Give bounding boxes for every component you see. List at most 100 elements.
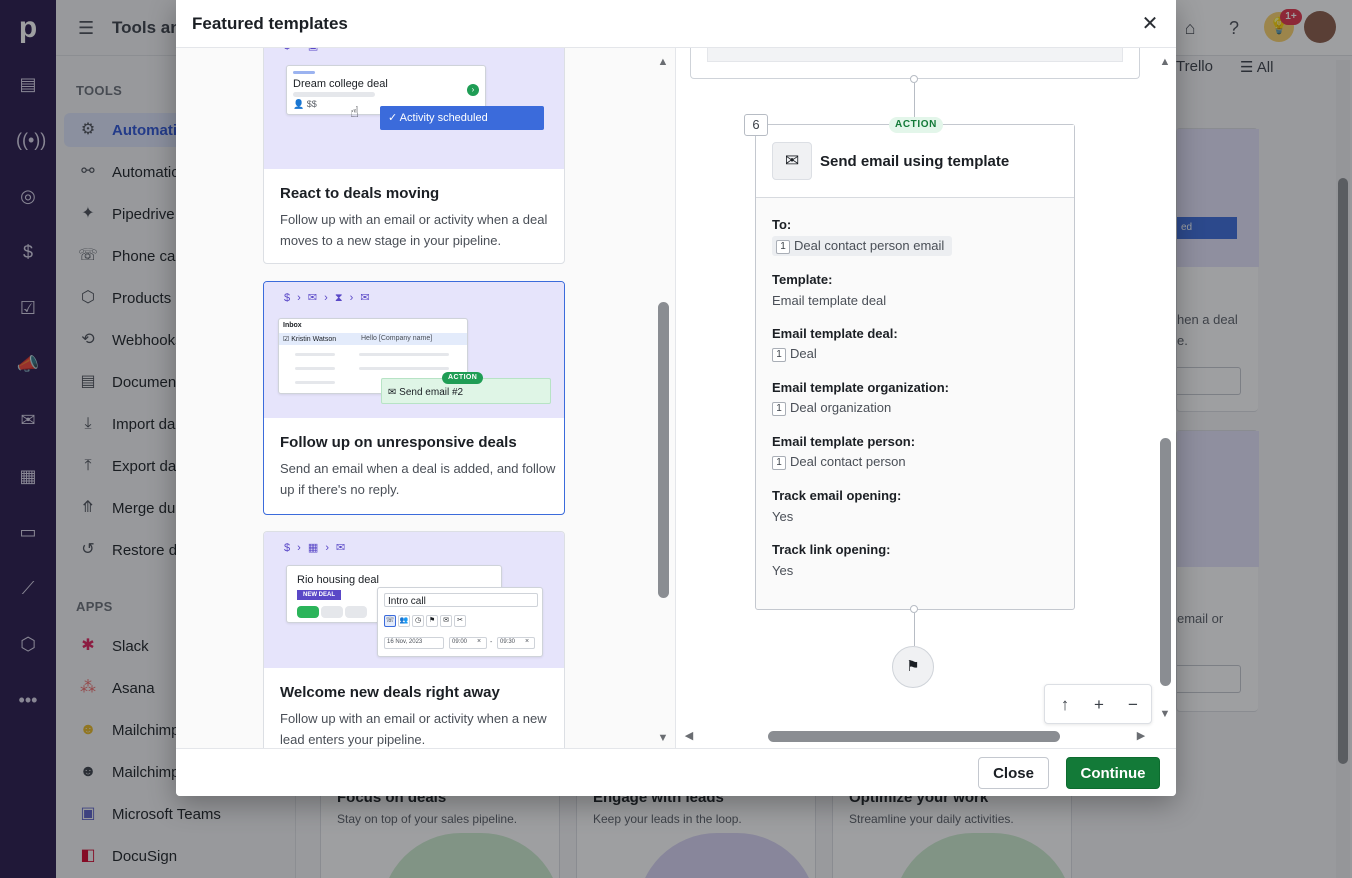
deal-value: 👤 $$ xyxy=(293,99,317,109)
flow-horizontal-scrollbar[interactable]: ◀ ▶ xyxy=(676,728,1146,744)
template-title: Welcome new deals right away xyxy=(280,684,500,701)
field-token-text: Deal organization xyxy=(790,400,892,415)
template-title: React to deals moving xyxy=(280,185,440,202)
template-card-react-to-deals[interactable]: $ › ▣ › ✉ Dream college deal 👤 $$ › ☝ ✓ … xyxy=(263,48,565,264)
arrow-up-icon[interactable]: ↑ xyxy=(1053,693,1077,717)
continue-button[interactable]: Continue xyxy=(1066,757,1160,789)
scroll-thumb[interactable] xyxy=(1160,438,1171,686)
action-title: Send email using template xyxy=(820,153,1010,170)
checkbox-icon: ☑ xyxy=(283,336,292,343)
field-label: To: xyxy=(772,217,792,232)
activity-subject: Intro call xyxy=(388,596,426,607)
action-badge: ACTION xyxy=(889,117,943,133)
flow-vertical-scrollbar[interactable]: ▲ ▼ xyxy=(1158,48,1172,728)
field-label: Track email opening: xyxy=(772,488,902,503)
zoom-in-icon[interactable]: + xyxy=(1087,693,1111,717)
flag-type-icon: ⚑ xyxy=(426,615,438,627)
call-type-icon: ☏ xyxy=(384,615,396,627)
hand-cursor-icon: ☝ xyxy=(350,104,360,121)
action-badge: ACTION xyxy=(442,372,484,384)
zoom-out-icon[interactable]: − xyxy=(1121,693,1145,717)
email-type-icon: ✉ xyxy=(440,615,452,627)
app-root: p ▤ ((•)) ◎ $ ☑ 📣 ✉ ▦ ▭ ⟋ ⬡ ••• ☰ Tools … xyxy=(0,0,1352,878)
field-token-text: Deal contact person email xyxy=(794,238,945,253)
template-illustration: $ › ▣ › ✉ Dream college deal 👤 $$ › ☝ ✓ … xyxy=(264,48,564,169)
action-step-card[interactable]: ✉ Send email using template ACTION To: 1 D… xyxy=(755,117,1075,610)
template-description: Follow up with an email or activity when… xyxy=(280,212,548,248)
template-illustration: $ › ▦ › ✉ Rio housing deal NEW DEAL Intr… xyxy=(264,532,564,668)
template-list: $ › ▣ › ✉ Dream college deal 👤 $$ › ☝ ✓ … xyxy=(176,48,675,748)
flow-steps-icon: $ › ▦ › ✉ xyxy=(284,542,348,554)
finish-flag-icon: ⚑ xyxy=(892,646,934,688)
field-label: Email template organization: xyxy=(772,380,949,395)
inbox-contact: ☑ Kristin Watson xyxy=(283,336,337,343)
scroll-right-arrow-icon[interactable]: ▶ xyxy=(1134,730,1148,742)
activity-mini-form: Intro call ☏ 👥 ◷ ⚑ ✉ ✂ 16 Nov, 2023 09:0… xyxy=(377,587,543,657)
person-icon: 👤 xyxy=(293,99,307,109)
step-ref-number: 1 xyxy=(772,402,786,416)
scroll-left-arrow-icon[interactable]: ◀ xyxy=(682,730,696,742)
close-button[interactable]: Close xyxy=(978,757,1049,789)
field-token: 1 Deal xyxy=(772,346,817,362)
scroll-thumb[interactable] xyxy=(658,302,669,598)
field-token: 1 Deal contact person xyxy=(772,454,906,470)
clear-icon: × xyxy=(477,638,482,645)
field-label: Email template person: xyxy=(772,434,916,449)
automation-flow-preview: ✉ Send email using template ACTION To: 1 D… xyxy=(675,48,1176,748)
template-list-scrollbar[interactable]: ▲ ▼ xyxy=(656,48,670,748)
envelope-icon: ✉ xyxy=(772,142,812,180)
scroll-up-arrow-icon[interactable]: ▲ xyxy=(1158,56,1172,68)
field-token-chip: 1 Deal contact person email xyxy=(772,236,953,256)
action-step-header: ✉ Send email using template xyxy=(756,125,1074,198)
mail-icon: ✉ xyxy=(388,387,400,398)
activity-date: 16 Nov, 2023 xyxy=(387,639,423,645)
clock-type-icon: ◷ xyxy=(412,615,424,627)
template-illustration: $ › ✉ › ⧗ › ✉ Inbox ☑ Kristin Watson Hel… xyxy=(264,282,564,418)
lunch-type-icon: ✂ xyxy=(454,615,466,627)
connector-node xyxy=(910,605,918,613)
activity-scheduled-banner: ✓ Activity scheduled xyxy=(380,106,544,130)
new-deal-badge: NEW DEAL xyxy=(297,590,341,600)
activity-time-from: 09:00 xyxy=(452,639,468,645)
field-label: Track link opening: xyxy=(772,542,891,557)
flow-steps-icon: $ › ▣ › ✉ xyxy=(284,48,347,55)
modal-title: Featured templates xyxy=(192,14,348,33)
step-ref-number: 1 xyxy=(772,348,786,362)
scroll-down-arrow-icon[interactable]: ▼ xyxy=(1158,708,1172,720)
deal-name: Dream college deal xyxy=(293,78,388,90)
time-separator: - xyxy=(490,639,493,646)
scroll-thumb[interactable] xyxy=(768,731,1060,742)
field-label: Template: xyxy=(772,272,833,287)
template-card-follow-up-unresponsive[interactable]: $ › ✉ › ⧗ › ✉ Inbox ☑ Kristin Watson Hel… xyxy=(263,281,565,515)
field-token-text: Deal contact person xyxy=(790,454,906,469)
step-ref-number: 1 xyxy=(772,456,786,470)
field-value: Yes xyxy=(772,563,794,578)
clear-icon: × xyxy=(525,638,530,645)
scroll-down-arrow-icon[interactable]: ▼ xyxy=(656,732,670,744)
step-ref-number: 1 xyxy=(776,240,790,254)
step-number: 6 xyxy=(744,114,768,136)
template-title: Follow up on unresponsive deals xyxy=(280,434,517,451)
field-token: 1 Deal organization xyxy=(772,400,891,416)
template-description: Send an email when a deal is added, and … xyxy=(280,461,556,497)
close-icon[interactable]: ✕ xyxy=(1138,12,1162,36)
modal-footer: Close Continue xyxy=(176,748,1176,796)
field-value: Email template deal xyxy=(772,293,887,308)
field-token-text: Deal xyxy=(790,346,817,361)
modal-header: Featured templates ✕ xyxy=(176,0,1176,48)
scroll-up-arrow-icon[interactable]: ▲ xyxy=(656,56,670,68)
field-label: Email template deal: xyxy=(772,326,898,341)
zoom-controls: ↑ + − xyxy=(1044,684,1152,724)
inbox-greeting: Hello [Company name] xyxy=(361,335,433,342)
connector-line xyxy=(914,613,915,646)
connector-node xyxy=(910,75,918,83)
flow-steps-icon: $ › ✉ › ⧗ › ✉ xyxy=(284,292,372,304)
field-value: Yes xyxy=(772,509,794,524)
send-email-label: ✉ Send email #2 xyxy=(388,387,464,398)
template-card-welcome-new-deals[interactable]: $ › ▦ › ✉ Rio housing deal NEW DEAL Intr… xyxy=(263,531,565,748)
featured-templates-modal: Featured templates ✕ $ › ▣ › ✉ Dream col… xyxy=(176,0,1176,796)
template-description: Follow up with an email or activity when… xyxy=(280,711,547,747)
meeting-type-icon: 👥 xyxy=(398,615,410,627)
check-icon: ✓ xyxy=(388,112,400,124)
inbox-label: Inbox xyxy=(283,322,302,329)
